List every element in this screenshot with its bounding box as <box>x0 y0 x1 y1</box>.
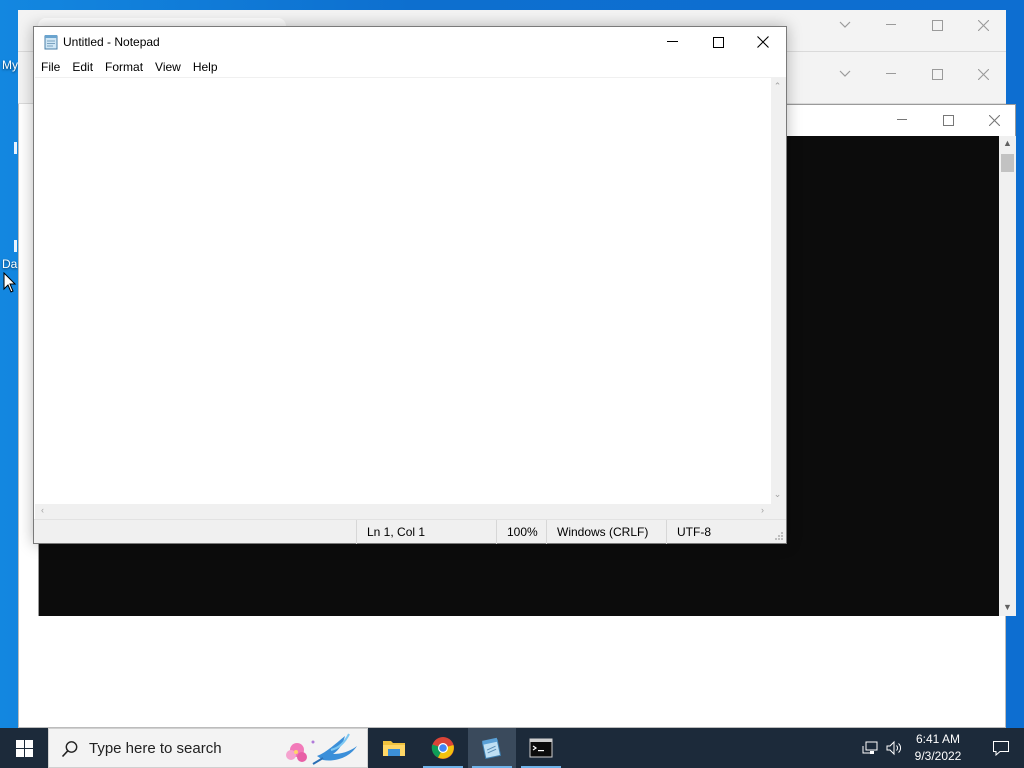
taskbar-chrome[interactable] <box>419 728 467 768</box>
menu-edit[interactable]: Edit <box>66 57 99 77</box>
mouse-cursor-icon <box>3 272 17 293</box>
maximize-icon[interactable] <box>925 106 971 134</box>
taskbar-file-explorer[interactable] <box>370 728 418 768</box>
menu-help[interactable]: Help <box>187 57 224 77</box>
chevron-down-icon[interactable] <box>822 60 868 88</box>
taskbar-notepad[interactable] <box>468 728 516 768</box>
scroll-up-icon[interactable]: ⌃ <box>770 81 785 92</box>
menu-bar: File Edit Format View Help <box>34 57 786 77</box>
network-icon[interactable] <box>860 738 880 758</box>
text-editor[interactable] <box>35 77 771 531</box>
notepad-icon <box>44 35 58 50</box>
minimize-icon[interactable] <box>868 60 914 88</box>
editor-vertical-scrollbar[interactable]: ⌃ ⌄ <box>771 77 786 531</box>
chrome-icon <box>431 737 454 759</box>
close-icon[interactable] <box>960 60 1006 88</box>
taskbar: Type here to search 6:41 AM 9/3/2022 <box>0 728 1024 768</box>
scroll-thumb[interactable] <box>1001 154 1014 172</box>
scroll-up-icon[interactable]: ▲ <box>999 138 1016 148</box>
desktop-icon-label[interactable]: My <box>2 58 18 72</box>
search-placeholder: Type here to search <box>89 740 222 757</box>
taskbar-command-prompt[interactable] <box>517 728 565 768</box>
notepad-window[interactable]: Untitled - Notepad File Edit Format View… <box>33 26 787 544</box>
status-bar: Ln 1, Col 1 100% Windows (CRLF) UTF-8 <box>34 519 786 544</box>
volume-icon[interactable] <box>884 738 904 758</box>
desktop-icon-fragment[interactable] <box>14 240 17 252</box>
windows-logo-icon <box>15 739 33 757</box>
terminal-vertical-scrollbar[interactable]: ▲ ▼ <box>999 136 1016 616</box>
chevron-down-icon[interactable] <box>822 11 868 39</box>
clock-date: 9/3/2022 <box>914 749 962 763</box>
scrollbar-corner <box>771 504 786 519</box>
desktop-icon-label[interactable]: Da <box>2 257 17 271</box>
search-highlight-illustration-icon <box>286 733 357 765</box>
search-icon <box>61 741 78 758</box>
minimize-icon[interactable] <box>879 106 925 134</box>
maximize-icon[interactable] <box>914 11 960 39</box>
notepad-icon <box>481 737 502 759</box>
close-icon[interactable] <box>740 27 786 57</box>
editor-horizontal-scrollbar[interactable]: ‹ › <box>35 504 771 519</box>
clock-time: 6:41 AM <box>915 732 961 746</box>
close-icon[interactable] <box>971 106 1017 134</box>
menu-file[interactable]: File <box>35 57 66 77</box>
close-icon[interactable] <box>960 11 1006 39</box>
resize-grip-icon[interactable] <box>774 531 784 541</box>
window-title: Untitled - Notepad <box>63 35 160 49</box>
folder-icon <box>383 741 405 756</box>
taskbar-search-box[interactable]: Type here to search <box>48 728 368 768</box>
menu-view[interactable]: View <box>149 57 187 77</box>
desktop-icon-fragment[interactable] <box>14 142 17 154</box>
scroll-right-icon[interactable]: › <box>755 505 770 515</box>
maximize-icon[interactable] <box>695 27 741 57</box>
notification-icon <box>993 741 1009 756</box>
system-clock[interactable]: 6:41 AM 9/3/2022 <box>906 731 970 765</box>
status-zoom: 100% <box>496 520 546 544</box>
minimize-icon[interactable] <box>868 11 914 39</box>
scroll-down-icon[interactable]: ▼ <box>999 602 1016 612</box>
status-cursor-position: Ln 1, Col 1 <box>356 520 496 544</box>
command-prompt-icon <box>529 738 553 758</box>
minimize-icon[interactable] <box>649 27 695 57</box>
notification-center-button[interactable] <box>978 728 1024 768</box>
status-encoding: UTF-8 <box>666 520 776 544</box>
scroll-down-icon[interactable]: ⌄ <box>770 489 785 500</box>
maximize-icon[interactable] <box>914 60 960 88</box>
scroll-left-icon[interactable]: ‹ <box>35 505 50 515</box>
status-line-ending: Windows (CRLF) <box>546 520 666 544</box>
start-button[interactable] <box>0 728 48 768</box>
menu-format[interactable]: Format <box>99 57 149 77</box>
notepad-titlebar[interactable]: Untitled - Notepad <box>34 27 786 57</box>
